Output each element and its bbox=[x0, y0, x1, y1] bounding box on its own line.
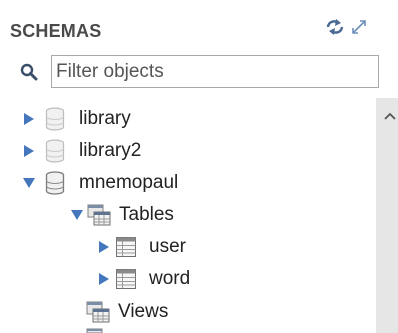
expand-icon[interactable] bbox=[350, 18, 368, 36]
table-icon bbox=[116, 269, 136, 289]
collapsed-arrow-icon[interactable] bbox=[96, 239, 112, 255]
tree-item-views[interactable]: Views bbox=[86, 297, 168, 327]
schema-item-mnemopaul[interactable]: mnemopaul bbox=[21, 168, 178, 198]
refresh-icon[interactable] bbox=[324, 18, 346, 36]
table-icon bbox=[116, 237, 136, 257]
schema-label: library bbox=[79, 108, 131, 129]
table-item-user[interactable]: user bbox=[96, 232, 186, 262]
panel-title: SCHEMAS bbox=[10, 21, 102, 41]
scroll-up-icon[interactable] bbox=[384, 112, 396, 120]
tables-folder-icon bbox=[87, 204, 111, 226]
collapsed-arrow-icon[interactable] bbox=[96, 271, 112, 287]
filter-objects-input[interactable] bbox=[51, 55, 379, 88]
database-icon bbox=[45, 139, 65, 163]
views-folder-icon bbox=[86, 301, 110, 323]
database-icon bbox=[45, 107, 65, 131]
tree-item-tables[interactable]: Tables bbox=[69, 200, 174, 230]
collapsed-arrow-icon[interactable] bbox=[21, 143, 37, 159]
collapsed-arrow-icon[interactable] bbox=[21, 111, 37, 127]
schema-label: mnemopaul bbox=[79, 172, 179, 193]
table-item-word[interactable]: word bbox=[96, 264, 190, 294]
table-label: word bbox=[149, 268, 191, 289]
tree-scrollbar[interactable] bbox=[376, 98, 398, 333]
tables-label: Tables bbox=[119, 204, 174, 225]
database-icon bbox=[45, 171, 65, 195]
expanded-arrow-icon[interactable] bbox=[21, 175, 37, 191]
search-icon bbox=[20, 63, 38, 81]
views-label: Views bbox=[118, 301, 169, 322]
expanded-arrow-icon[interactable] bbox=[69, 207, 85, 223]
schema-item-library2[interactable]: library2 bbox=[21, 136, 141, 166]
schemas-header: SCHEMAS bbox=[0, 0, 398, 56]
schema-label: library2 bbox=[79, 140, 142, 161]
table-label: user bbox=[149, 236, 186, 257]
schema-item-library[interactable]: library bbox=[21, 104, 131, 134]
folder-icon bbox=[86, 328, 103, 333]
